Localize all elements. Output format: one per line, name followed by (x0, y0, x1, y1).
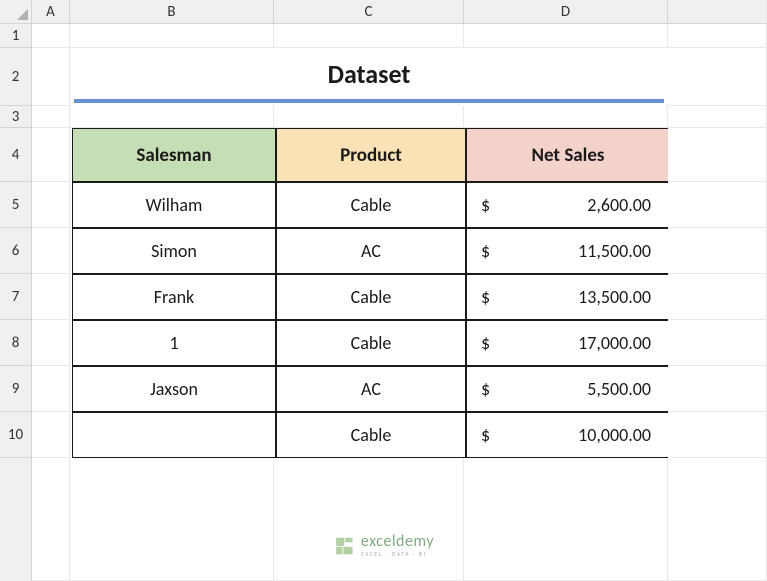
cell-a8[interactable] (32, 320, 70, 366)
table-row[interactable]: $11,500.00 (466, 228, 670, 274)
row-header-1[interactable]: 1 (0, 24, 32, 48)
table-row[interactable]: $5,500.00 (466, 366, 670, 412)
currency-sign: $ (481, 424, 490, 446)
row-header-10[interactable]: 10 (0, 412, 32, 458)
cell-pad-e (668, 458, 767, 581)
table-header-salesman[interactable]: Salesman (72, 128, 276, 182)
cell-e9[interactable] (668, 366, 767, 412)
cell-e6[interactable] (668, 228, 767, 274)
select-all-corner[interactable] (0, 0, 32, 24)
data-table: Salesman Product Net Sales Wilham Cable … (72, 128, 666, 458)
row-header-7[interactable]: 7 (0, 274, 32, 320)
cell-a7[interactable] (32, 274, 70, 320)
row-header-8[interactable]: 8 (0, 320, 32, 366)
amount-value: 2,600.00 (587, 194, 651, 216)
table-row[interactable]: 1 (72, 320, 276, 366)
col-header-b[interactable]: B (70, 0, 274, 24)
cell-a5[interactable] (32, 182, 70, 228)
logo-icon (333, 535, 355, 557)
amount-value: 10,000.00 (578, 424, 651, 446)
cell-e10[interactable] (668, 412, 767, 458)
amount-value: 17,000.00 (578, 332, 651, 354)
table-row[interactable] (72, 412, 276, 458)
cell-pad-a (32, 458, 70, 581)
cell-a10[interactable] (32, 412, 70, 458)
cell-d3[interactable] (464, 106, 668, 128)
cell-e5[interactable] (668, 182, 767, 228)
table-row[interactable]: $2,600.00 (466, 182, 670, 228)
cell-a4[interactable] (32, 128, 70, 182)
cell-e3[interactable] (668, 106, 767, 128)
row-header-5[interactable]: 5 (0, 182, 32, 228)
table-row[interactable]: $10,000.00 (466, 412, 670, 458)
dataset-title[interactable]: Dataset (74, 48, 664, 103)
row-header-empty (0, 458, 32, 581)
cell-c3[interactable] (274, 106, 464, 128)
table-row[interactable]: Cable (276, 274, 466, 320)
cell-a3[interactable] (32, 106, 70, 128)
table-header-product[interactable]: Product (276, 128, 466, 182)
currency-sign: $ (481, 332, 490, 354)
cell-e1[interactable] (668, 24, 767, 48)
amount-value: 5,500.00 (587, 378, 651, 400)
cell-b1[interactable] (70, 24, 274, 48)
cell-pad-d (464, 458, 668, 581)
cell-a1[interactable] (32, 24, 70, 48)
col-header-a[interactable]: A (32, 0, 70, 24)
row-header-4[interactable]: 4 (0, 128, 32, 182)
table-row[interactable]: Cable (276, 412, 466, 458)
cell-e7[interactable] (668, 274, 767, 320)
currency-sign: $ (481, 378, 490, 400)
cell-a9[interactable] (32, 366, 70, 412)
currency-sign: $ (481, 194, 490, 216)
cell-c1[interactable] (274, 24, 464, 48)
row-header-3[interactable]: 3 (0, 106, 32, 128)
watermark-text: exceldemy (361, 534, 434, 550)
currency-sign: $ (481, 286, 490, 308)
cell-a6[interactable] (32, 228, 70, 274)
table-row[interactable]: Jaxson (72, 366, 276, 412)
spreadsheet-grid: A B C D 1 2 Dataset 3 4 Salesman Product… (0, 0, 767, 581)
table-row[interactable]: Simon (72, 228, 276, 274)
cell-e4[interactable] (668, 128, 767, 182)
table-row[interactable]: Wilham (72, 182, 276, 228)
row-header-9[interactable]: 9 (0, 366, 32, 412)
currency-sign: $ (481, 240, 490, 262)
table-row[interactable]: Frank (72, 274, 276, 320)
cell-e2[interactable] (668, 48, 767, 106)
watermark: exceldemy EXCEL · DATA · BI (333, 534, 434, 557)
table-row[interactable]: $13,500.00 (466, 274, 670, 320)
cell-pad-c (274, 458, 464, 581)
table-row[interactable]: $17,000.00 (466, 320, 670, 366)
cell-d1[interactable] (464, 24, 668, 48)
row-header-6[interactable]: 6 (0, 228, 32, 274)
col-header-c[interactable]: C (274, 0, 464, 24)
table-header-netsales[interactable]: Net Sales (466, 128, 670, 182)
cell-pad-b (70, 458, 274, 581)
amount-value: 13,500.00 (578, 286, 651, 308)
table-row[interactable]: AC (276, 366, 466, 412)
cell-b3[interactable] (70, 106, 274, 128)
cell-a2[interactable] (32, 48, 70, 106)
amount-value: 11,500.00 (578, 240, 651, 262)
cell-e8[interactable] (668, 320, 767, 366)
col-header-empty (668, 0, 767, 24)
col-header-d[interactable]: D (464, 0, 668, 24)
row-header-2[interactable]: 2 (0, 48, 32, 106)
watermark-subtext: EXCEL · DATA · BI (361, 551, 434, 557)
table-row[interactable]: AC (276, 228, 466, 274)
table-row[interactable]: Cable (276, 182, 466, 228)
table-row[interactable]: Cable (276, 320, 466, 366)
